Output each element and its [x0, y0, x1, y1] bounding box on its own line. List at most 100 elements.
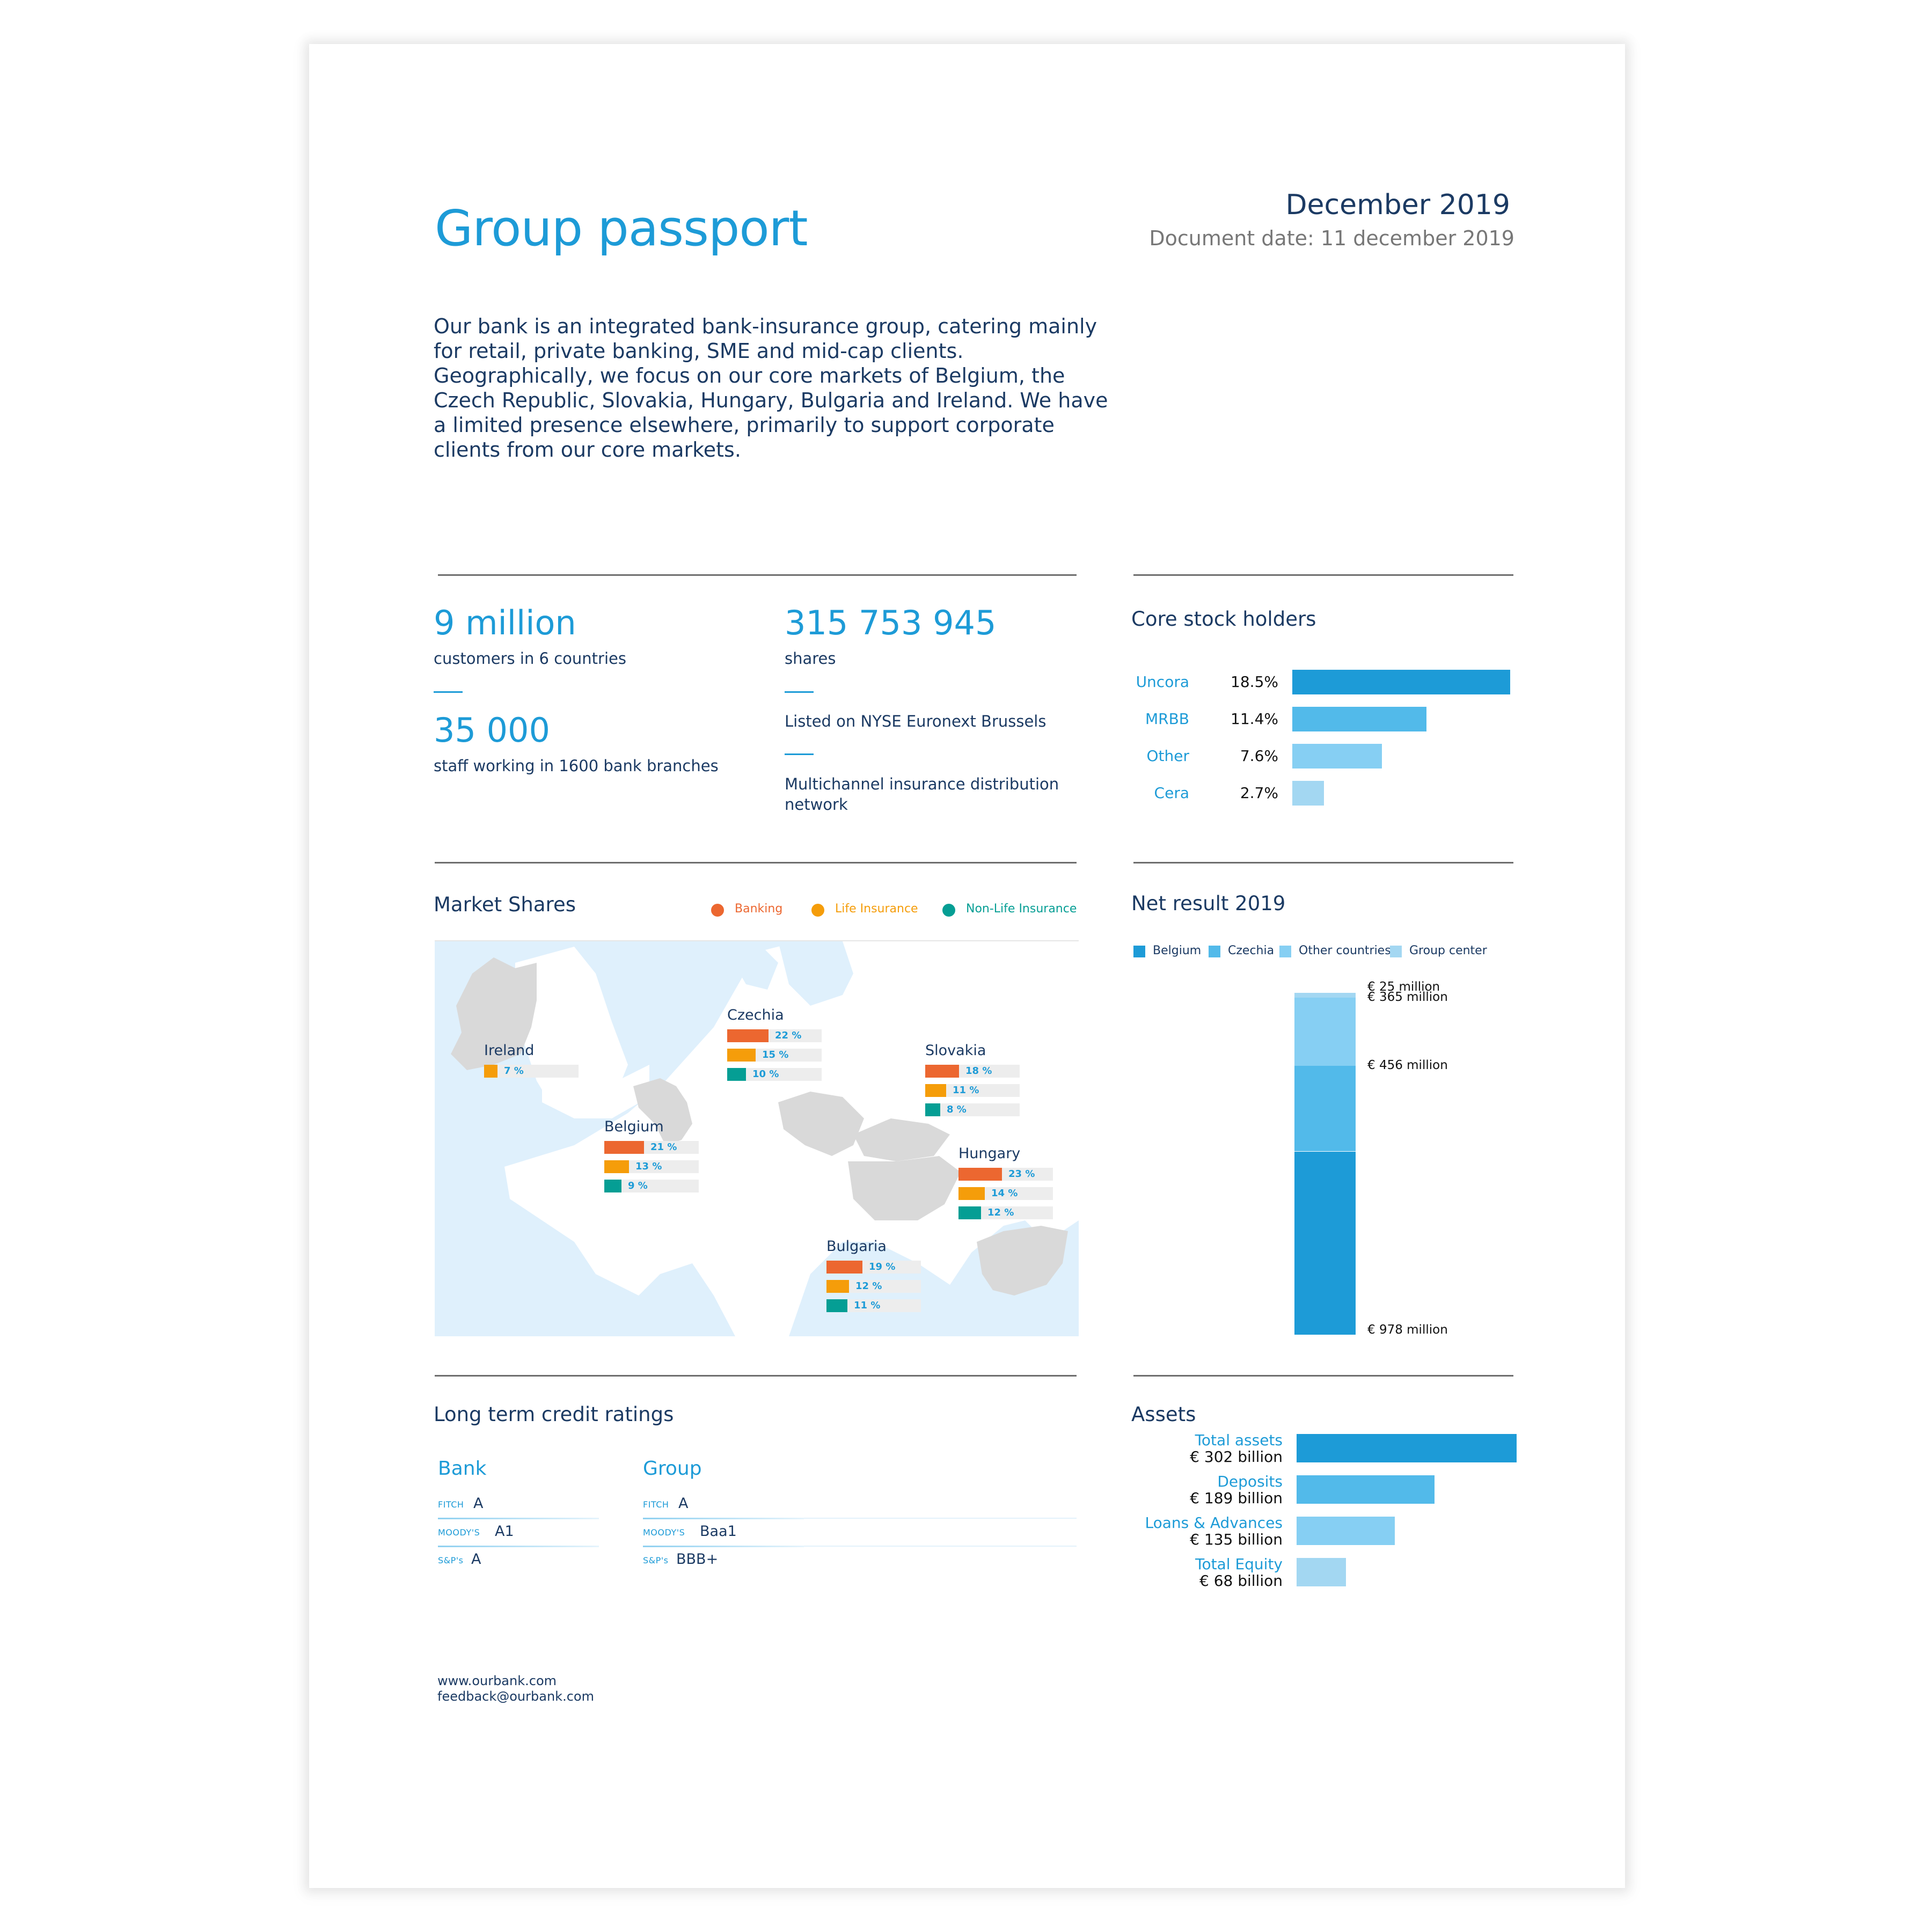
- holder-name: Cera: [1154, 784, 1189, 802]
- net-result-segment: [1294, 1066, 1356, 1152]
- legend-label: Non-Life Insurance: [966, 902, 1077, 916]
- market-share-track: 11 %: [826, 1299, 921, 1312]
- market-share-bar: [925, 1103, 940, 1116]
- rating-divider: [804, 1546, 1077, 1547]
- rating-value: A: [471, 1551, 481, 1568]
- assets-title: Assets: [1131, 1403, 1196, 1426]
- holder-bar: [1292, 744, 1382, 769]
- market-share-bar: [925, 1084, 946, 1097]
- market-share-bar: [604, 1141, 644, 1154]
- asset-name: Deposits: [1217, 1473, 1283, 1490]
- market-share-bar: [958, 1206, 981, 1219]
- market-share-value: 8 %: [947, 1104, 967, 1115]
- rating-divider: [804, 1518, 1077, 1519]
- holder-bar: [1292, 670, 1510, 694]
- staff-figure: 35 000: [434, 711, 550, 750]
- map-shapes: [451, 941, 1079, 1336]
- rating-agency: FITCH: [438, 1499, 464, 1510]
- net-result-segment: [1294, 993, 1356, 998]
- credit-ratings-title: Long term credit ratings: [434, 1403, 674, 1426]
- market-share-value: 18 %: [965, 1065, 992, 1077]
- holder-bar: [1292, 707, 1426, 731]
- asset-bar: [1297, 1434, 1517, 1462]
- legend-label: Belgium: [1153, 944, 1202, 957]
- market-share-bar: [604, 1160, 629, 1173]
- country-name: Ireland: [484, 1042, 535, 1059]
- section-divider: [1133, 862, 1513, 863]
- core-stock-holders-title: Core stock holders: [1131, 608, 1316, 631]
- rating-column-heading: Group: [643, 1458, 702, 1480]
- market-share-track: 21 %: [604, 1141, 699, 1154]
- legend-label: Group center: [1409, 944, 1487, 957]
- footer-email[interactable]: feedback@ourbank.com: [437, 1689, 594, 1704]
- holder-value: 18.5%: [1231, 673, 1278, 691]
- rating-divider: [643, 1518, 804, 1519]
- market-shares-title: Market Shares: [434, 893, 576, 916]
- market-share-track: 8 %: [925, 1103, 1020, 1116]
- market-share-bar: [604, 1180, 621, 1192]
- holder-bar: [1292, 781, 1324, 806]
- market-share-track: 22 %: [727, 1029, 822, 1042]
- net-result-label: € 25 million: [1367, 980, 1440, 994]
- market-share-value: 21 %: [650, 1141, 677, 1153]
- figure-separator: [785, 691, 814, 693]
- market-share-value: 19 %: [869, 1261, 896, 1272]
- holder-name: Other: [1146, 747, 1189, 765]
- section-divider: [1133, 574, 1513, 576]
- net-result-label: € 456 million: [1367, 1058, 1448, 1072]
- rating-agency: MOODY'S: [438, 1527, 480, 1538]
- net-result-label: € 978 million: [1367, 1323, 1448, 1337]
- customers-caption: customers in 6 countries: [434, 649, 626, 668]
- asset-value: € 302 billion: [1190, 1448, 1283, 1466]
- market-share-track: 23 %: [958, 1168, 1053, 1181]
- legend-swatch: [1133, 946, 1145, 957]
- market-share-track: 14 %: [958, 1187, 1053, 1200]
- rating-value: A1: [495, 1523, 514, 1540]
- market-share-value: 12 %: [987, 1207, 1014, 1218]
- section-divider: [435, 1375, 1077, 1377]
- footer-website[interactable]: www.ourbank.com: [437, 1673, 557, 1689]
- market-share-bar: [958, 1187, 985, 1200]
- market-share-bar: [484, 1065, 497, 1078]
- market-share-track: 19 %: [826, 1261, 921, 1274]
- figure-separator: [785, 753, 814, 755]
- rating-agency: MOODY'S: [643, 1527, 685, 1538]
- legend-dot: [711, 904, 724, 917]
- country-name: Bulgaria: [826, 1238, 887, 1255]
- country-name: Hungary: [958, 1145, 1021, 1162]
- legend-label: Other countries: [1299, 944, 1391, 957]
- market-share-bar: [727, 1049, 756, 1062]
- asset-bar: [1297, 1558, 1346, 1586]
- market-share-bar: [727, 1029, 769, 1042]
- rating-value: A: [473, 1495, 484, 1512]
- market-share-value: 14 %: [991, 1188, 1018, 1199]
- rating-value: BBB+: [676, 1551, 719, 1568]
- market-share-value: 15 %: [762, 1049, 789, 1060]
- asset-value: € 135 billion: [1190, 1531, 1283, 1548]
- rating-agency: S&P's: [643, 1555, 669, 1565]
- market-share-track: 7 %: [484, 1065, 579, 1078]
- rating-divider: [438, 1546, 599, 1547]
- market-share-value: 12 %: [855, 1280, 882, 1292]
- section-divider: [435, 862, 1077, 863]
- legend-label: Life Insurance: [835, 902, 918, 916]
- rating-agency: FITCH: [643, 1499, 669, 1510]
- market-share-track: 12 %: [826, 1280, 921, 1293]
- holder-name: MRBB: [1145, 710, 1189, 728]
- legend-dot: [942, 904, 955, 917]
- country-name: Czechia: [727, 1007, 784, 1023]
- document-date: Document date: 11 december 2019: [1149, 226, 1514, 250]
- market-share-value: 7 %: [504, 1065, 524, 1077]
- net-result-title: Net result 2019: [1131, 892, 1286, 915]
- rating-value: Baa1: [700, 1523, 737, 1540]
- market-share-value: 11 %: [854, 1300, 881, 1311]
- rating-divider: [438, 1518, 599, 1519]
- report-month: December 2019: [1285, 189, 1510, 221]
- europe-map: Ireland 7 % Czechia 22 % 15 % 10 % Slovakia 18 …: [435, 940, 1079, 1336]
- asset-name: Total Equity: [1195, 1555, 1283, 1573]
- asset-bar: [1297, 1517, 1395, 1545]
- section-divider: [1133, 1375, 1513, 1377]
- holder-name: Uncora: [1136, 673, 1189, 691]
- country-name: Belgium: [604, 1118, 664, 1135]
- market-share-bar: [826, 1280, 849, 1293]
